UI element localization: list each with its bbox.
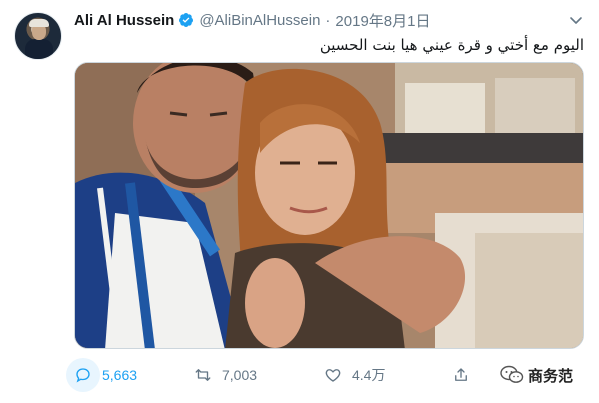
retweet-button[interactable]: 7,003 (186, 358, 257, 392)
photo-illustration (75, 63, 583, 348)
like-button[interactable]: 4.4万 (316, 358, 385, 392)
heart-icon (316, 358, 350, 392)
header-separator: · (325, 11, 331, 29)
reply-icon (66, 358, 100, 392)
tweet-date[interactable]: 2019年8月1日 (335, 10, 430, 31)
share-icon (444, 358, 478, 392)
like-count: 4.4万 (352, 367, 386, 383)
tweet-photo[interactable] (74, 62, 584, 349)
avatar-suit (25, 39, 53, 59)
tweet-header: Ali Al Hussein @AliBinAlHussein · 2019年8… (74, 10, 430, 30)
tweet-card[interactable]: Ali Al Hussein @AliBinAlHussein · 2019年8… (0, 0, 599, 403)
retweet-icon (186, 358, 220, 392)
retweet-count: 7,003 (222, 367, 258, 383)
verified-badge-icon (179, 13, 194, 27)
chevron-down-icon[interactable] (568, 12, 584, 28)
share-button[interactable] (444, 358, 478, 392)
reply-button[interactable]: 5,663 (66, 358, 137, 392)
avatar-headwear (29, 19, 49, 27)
author-avatar[interactable] (14, 12, 62, 60)
tweet-text: اليوم مع أختي و قرة عيني هيا بنت الحسين (319, 36, 584, 54)
author-name[interactable]: Ali Al Hussein (74, 12, 174, 29)
author-handle[interactable]: @AliBinAlHussein (199, 12, 320, 29)
wechat-icon (500, 365, 524, 383)
watermark-text: 商务范 (528, 367, 574, 385)
wechat-watermark: 商务范 (500, 362, 573, 388)
reply-count: 5,663 (102, 367, 138, 383)
